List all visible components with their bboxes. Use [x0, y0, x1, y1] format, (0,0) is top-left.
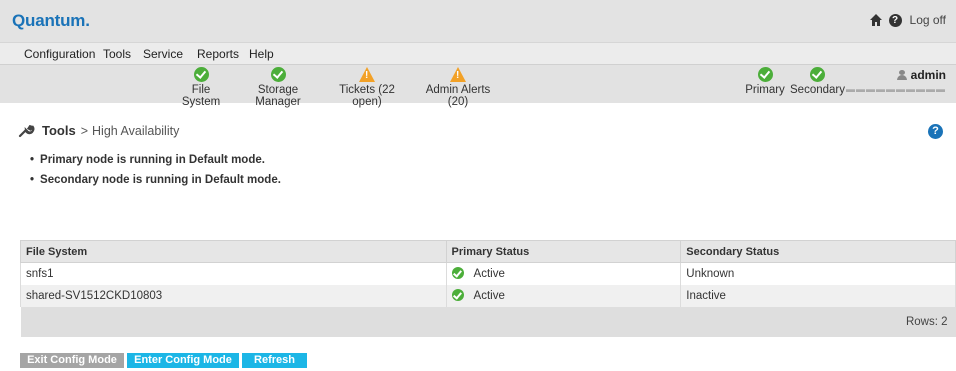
check-circle-icon	[270, 67, 286, 82]
table-header-row: File System Primary Status Secondary Sta…	[20, 240, 956, 263]
table-row[interactable]: snfs1 Active Unknown	[20, 262, 956, 285]
status-tickets[interactable]: ! Tickets (22 open)	[326, 67, 408, 108]
table-footer: Rows: 2	[20, 306, 956, 337]
status-secondary[interactable]: Secondary	[790, 67, 845, 96]
menu-configuration[interactable]: Configuration	[24, 47, 95, 61]
check-circle-icon	[193, 67, 209, 82]
message-secondary: Secondary node is running in Default mod…	[30, 174, 281, 194]
breadcrumb: Tools > High Availability	[18, 123, 179, 138]
status-storage-manager[interactable]: Storage Manager	[238, 67, 318, 108]
cell-primary: Active	[445, 262, 682, 285]
check-circle-icon	[809, 67, 825, 82]
menu-service[interactable]: Service	[143, 47, 183, 61]
wrench-icon	[18, 124, 35, 137]
status-label: Storage Manager	[255, 84, 301, 108]
user-menu[interactable]: admin ▬▬▬▬▬▬▬▬▬▬	[846, 68, 946, 94]
help-icon[interactable]: ?	[888, 13, 902, 27]
enter-config-mode-button[interactable]: Enter Config Mode	[127, 353, 239, 368]
check-circle-icon	[757, 67, 773, 82]
col-primary-status[interactable]: Primary Status	[445, 240, 682, 263]
username: admin	[910, 68, 946, 82]
home-icon[interactable]	[869, 13, 883, 27]
status-admin-alerts[interactable]: ! Admin Alerts (20)	[416, 67, 500, 108]
col-secondary-status[interactable]: Secondary Status	[680, 240, 956, 263]
status-primary[interactable]: Primary	[745, 67, 785, 96]
warning-icon: !	[359, 67, 375, 82]
breadcrumb-current: High Availability	[92, 123, 180, 138]
menu-reports[interactable]: Reports	[197, 47, 239, 61]
status-label: Primary	[745, 84, 785, 96]
cell-primary: Active	[445, 284, 682, 307]
status-label: File System	[181, 84, 221, 108]
top-right-actions: ? Log off	[869, 13, 946, 27]
user-icon	[896, 70, 907, 80]
breadcrumb-tools[interactable]: Tools	[42, 123, 76, 138]
hostname-redacted: ▬▬▬▬▬▬▬▬▬▬	[846, 84, 946, 94]
quantum-logo[interactable]: Quantum.	[12, 11, 90, 31]
cell-secondary: Unknown	[680, 262, 956, 285]
status-bar: File System Storage Manager ! Tickets (2…	[0, 65, 956, 108]
cell-fs: snfs1	[20, 262, 447, 285]
check-circle-icon	[451, 289, 464, 301]
status-label: Tickets (22 open)	[339, 84, 395, 108]
status-messages: Primary node is running in Default mode.…	[30, 154, 281, 194]
exit-config-mode-button[interactable]: Exit Config Mode	[20, 353, 124, 368]
message-primary: Primary node is running in Default mode.	[30, 154, 281, 174]
col-file-system[interactable]: File System	[20, 240, 447, 263]
page-help-icon[interactable]: ?	[928, 124, 943, 139]
status-label: Secondary	[790, 84, 845, 96]
main-menu: Configuration Tools Service Reports Help	[0, 42, 956, 65]
top-bar: Quantum. ? Log off	[0, 0, 956, 42]
primary-status-text: Active	[473, 268, 505, 281]
menu-help[interactable]: Help	[249, 47, 274, 61]
refresh-button[interactable]: Refresh	[242, 353, 307, 368]
breadcrumb-separator: >	[80, 123, 89, 138]
logoff-link[interactable]: Log off	[910, 13, 946, 27]
status-label: Admin Alerts (20)	[425, 84, 491, 108]
menu-tools[interactable]: Tools	[103, 47, 131, 61]
status-file-system[interactable]: File System	[174, 67, 228, 108]
ha-status-table: File System Primary Status Secondary Sta…	[20, 240, 956, 337]
table-row[interactable]: shared-SV1512CKD10803 Active Inactive	[20, 284, 956, 307]
primary-status-text: Active	[473, 290, 505, 302]
warning-icon: !	[450, 67, 466, 82]
cell-secondary: Inactive	[680, 284, 956, 307]
check-circle-icon	[451, 267, 464, 280]
cell-fs: shared-SV1512CKD10803	[20, 284, 447, 307]
rows-count: Rows: 2	[20, 306, 956, 337]
